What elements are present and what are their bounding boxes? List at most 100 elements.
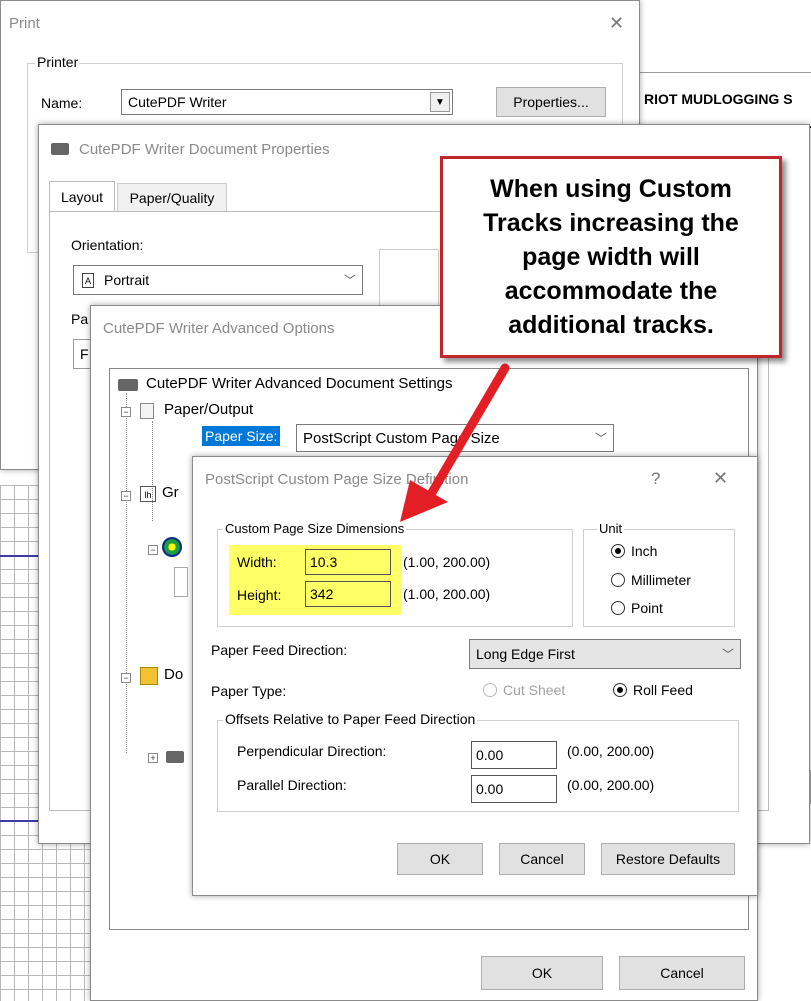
tree-collapse-icon[interactable]: − — [121, 407, 131, 417]
dimensions-group-label: Custom Page Size Dimensions — [223, 521, 407, 536]
tree-collapse-icon[interactable]: − — [121, 491, 131, 501]
tab-layout[interactable]: Layout — [49, 181, 115, 212]
help-icon[interactable]: ? — [651, 469, 660, 489]
width-value: 10.3 — [310, 554, 338, 570]
printer-icon — [118, 379, 138, 391]
height-value: 342 — [310, 586, 334, 602]
width-label: Width: — [237, 554, 277, 570]
callout-line: accommodate the — [504, 277, 718, 305]
tree-collapse-icon[interactable]: − — [148, 545, 158, 555]
unit-inch-label: Inch — [631, 543, 658, 559]
document-options-icon — [140, 667, 158, 685]
tree-connector — [126, 393, 127, 753]
pa-fragment-label: Pa — [71, 311, 89, 327]
feed-direction-select[interactable]: Long Edge First ﹀ — [469, 639, 741, 669]
feed-direction-value: Long Edge First — [476, 646, 575, 662]
print-close-icon[interactable]: ✕ — [609, 13, 624, 34]
printer-name-label: Name: — [41, 95, 83, 111]
paper-size-value: PostScript Custom Page Size — [303, 429, 500, 447]
width-range: (1.00, 200.00) — [403, 554, 491, 570]
printer-name-value: CutePDF Writer — [128, 94, 227, 110]
dropdown-arrow-icon[interactable]: ▼ — [430, 92, 450, 112]
custom-ok-button[interactable]: OK — [397, 843, 483, 875]
printer-icon — [51, 143, 69, 155]
tab-paper-quality-label: Paper/Quality — [129, 189, 215, 206]
advanced-cancel-button[interactable]: Cancel — [619, 956, 745, 990]
advanced-ok-button[interactable]: OK — [481, 956, 603, 990]
unit-option-millimeter[interactable]: Millimeter — [611, 572, 691, 588]
tab-paper-quality[interactable]: Paper/Quality — [117, 183, 227, 211]
tab-layout-label: Layout — [60, 189, 104, 205]
printer-name-select[interactable]: CutePDF Writer ▼ — [121, 89, 453, 115]
paper-size-label[interactable]: Paper Size: — [202, 426, 281, 446]
cut-sheet-label: Cut Sheet — [503, 682, 566, 698]
tree-sub-box — [174, 567, 188, 597]
custom-size-title: PostScript Custom Page Size Definition — [205, 471, 469, 488]
perpendicular-label: Perpendicular Direction: — [237, 743, 387, 759]
perpendicular-value: 0.00 — [476, 747, 504, 763]
offsets-group-label: Offsets Relative to Paper Feed Direction — [223, 711, 478, 727]
orientation-label: Orientation: — [71, 237, 144, 253]
perpendicular-range: (0.00, 200.00) — [567, 743, 655, 759]
chevron-down-icon[interactable]: ﹀ — [595, 430, 607, 447]
callout-line: page width will — [522, 243, 700, 271]
printer-properties-button[interactable]: Properties... — [496, 87, 606, 117]
paper-output-icon — [140, 403, 154, 419]
radio-cut-sheet[interactable] — [483, 683, 497, 697]
radio-roll-feed[interactable] — [613, 683, 627, 697]
height-input[interactable]: 342 — [305, 581, 391, 607]
restore-defaults-button[interactable]: Restore Defaults — [601, 843, 735, 875]
tree-connector — [152, 421, 153, 521]
do-fragment-label[interactable]: Do — [164, 666, 183, 683]
annotation-callout: When using Custom Tracks increasing the … — [440, 156, 782, 358]
print-dialog-title: Print — [9, 15, 40, 32]
tree-collapse-icon[interactable]: − — [121, 673, 131, 683]
paper-type-cut-sheet[interactable]: Cut Sheet — [483, 682, 565, 698]
unit-millimeter-label: Millimeter — [631, 572, 691, 588]
graphic-icon: lh — [140, 486, 156, 502]
printer-group-label: Printer — [35, 54, 81, 70]
orientation-value: Portrait — [104, 272, 150, 288]
radio-millimeter[interactable] — [611, 573, 625, 587]
radio-inch[interactable] — [611, 544, 625, 558]
color-icon — [162, 537, 182, 557]
banner-text: RIOT MUDLOGGING S — [644, 91, 793, 107]
roll-feed-label: Roll Feed — [633, 682, 693, 698]
unit-option-inch[interactable]: Inch — [611, 543, 657, 559]
unit-point-label: Point — [631, 600, 663, 616]
callout-line: additional tracks. — [508, 311, 714, 339]
unit-option-point[interactable]: Point — [611, 600, 663, 616]
callout-line: When using Custom — [490, 175, 732, 203]
f-fragment-label: F — [80, 346, 89, 362]
width-input[interactable]: 10.3 — [305, 549, 391, 575]
perpendicular-input[interactable]: 0.00 — [471, 741, 557, 769]
advanced-options-title: CutePDF Writer Advanced Options — [103, 320, 335, 337]
paper-type-label: Paper Type: — [211, 683, 287, 699]
background-document-banner: RIOT MUDLOGGING S — [640, 72, 811, 128]
callout-line: Tracks increasing the — [483, 209, 739, 237]
tree-expand-icon[interactable]: + — [148, 753, 158, 763]
gr-fragment-label[interactable]: Gr — [162, 484, 179, 501]
height-range: (1.00, 200.00) — [403, 586, 491, 602]
portrait-icon: A — [82, 273, 94, 288]
parallel-input[interactable]: 0.00 — [471, 775, 557, 803]
unit-group-label: Unit — [597, 521, 625, 536]
chevron-down-icon[interactable]: ﹀ — [722, 646, 734, 663]
document-properties-title: CutePDF Writer Document Properties — [79, 141, 330, 158]
chevron-down-icon[interactable]: ﹀ — [344, 272, 356, 289]
height-label: Height: — [237, 587, 282, 603]
paper-size-select[interactable]: PostScript Custom Page Size ﹀ — [296, 424, 614, 452]
close-icon[interactable]: ✕ — [713, 468, 728, 489]
printer-icon — [166, 751, 184, 763]
tree-root-label[interactable]: CutePDF Writer Advanced Document Setting… — [146, 375, 453, 392]
feed-direction-label: Paper Feed Direction: — [211, 642, 348, 658]
custom-page-size-dialog: PostScript Custom Page Size Definition ?… — [192, 456, 758, 896]
parallel-label: Parallel Direction: — [237, 777, 347, 793]
paper-type-roll-feed[interactable]: Roll Feed — [613, 682, 693, 698]
parallel-range: (0.00, 200.00) — [567, 777, 655, 793]
paper-output-label[interactable]: Paper/Output — [164, 401, 253, 418]
radio-point[interactable] — [611, 601, 625, 615]
orientation-select[interactable]: A Portrait ﹀ — [73, 265, 363, 295]
custom-cancel-button[interactable]: Cancel — [499, 843, 585, 875]
parallel-value: 0.00 — [476, 781, 504, 797]
